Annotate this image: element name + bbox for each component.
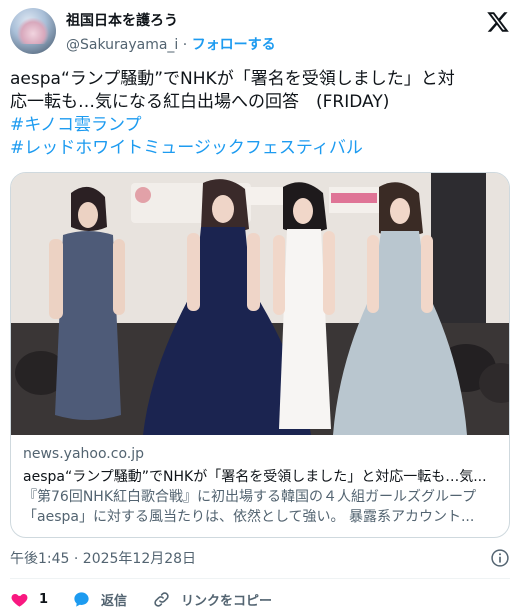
card-description: 『第76回NHK紅白歌合戦』に初出場する韓国の４人組ガールズグループ 「aesp…: [23, 487, 499, 527]
author-display-name[interactable]: 祖国日本を護ろう: [66, 10, 178, 30]
divider: [10, 578, 510, 579]
tweet-text-line-1: aespa“ランプ騒動”でNHKが「署名を受領しました」と対: [10, 69, 455, 89]
card-title: aespa“ランプ騒動”でNHKが「署名を受領しました」と対応一転も…気...: [23, 469, 487, 485]
card-image[interactable]: [11, 173, 509, 435]
tweet-text-line-2: 応一転も…気になる紅白出場への回答 (FRIDAY): [10, 92, 390, 112]
like-count: 1: [39, 591, 49, 607]
author-handle-line: @Sakurayama_i · フォローする: [66, 34, 276, 54]
link-preview-card[interactable]: news.yahoo.co.jp aespa“ランプ騒動”でNHKが「署名を受領…: [10, 172, 510, 538]
tweet-embed: 祖国日本を護ろう @Sakurayama_i · フォローする aespa“ラン…: [0, 0, 520, 611]
tweet-text: aespa“ランプ騒動”でNHKが「署名を受領しました」と対 応一転も…気になる…: [10, 68, 510, 160]
card-description-line-2: 「aespa」に対する風当たりは、依然として強い。 暴露系アカウント...: [23, 509, 475, 525]
copy-link-label: リンクをコピー: [181, 593, 273, 609]
copy-link-button[interactable]: リンクをコピー: [152, 588, 272, 610]
follow-button[interactable]: フォローする: [192, 37, 276, 53]
info-icon[interactable]: [490, 548, 510, 568]
hashtag-link-1[interactable]: #キノコ雲ランプ: [10, 114, 510, 137]
heart-icon: [11, 593, 28, 607]
author-handle[interactable]: @Sakurayama_i: [66, 37, 178, 53]
card-description-line-1: 『第76回NHK紅白歌合戦』に初出場する韓国の４人組ガールズグループ: [23, 489, 477, 505]
action-bar: 1 返信 リンクをコピー: [10, 588, 510, 610]
link-icon: [154, 591, 169, 607]
reply-icon: [74, 591, 89, 607]
x-logo-icon[interactable]: [486, 10, 510, 34]
tweet-timestamp[interactable]: 午後1:45 · 2025年12月28日: [10, 548, 196, 568]
hashtag-link-2[interactable]: #レッドホワイトミュージックフェスティバル: [10, 137, 510, 160]
like-button[interactable]: 1: [10, 588, 48, 610]
avatar[interactable]: [10, 8, 56, 54]
reply-label: 返信: [101, 593, 128, 609]
card-domain: news.yahoo.co.jp: [23, 446, 144, 462]
handle-separator: ·: [178, 37, 192, 53]
tweet-header: 祖国日本を護ろう @Sakurayama_i · フォローする: [10, 8, 510, 58]
reply-button[interactable]: 返信: [72, 588, 127, 610]
card-body[interactable]: news.yahoo.co.jp aespa“ランプ騒動”でNHKが「署名を受領…: [11, 435, 509, 537]
card-photo: [11, 173, 509, 435]
